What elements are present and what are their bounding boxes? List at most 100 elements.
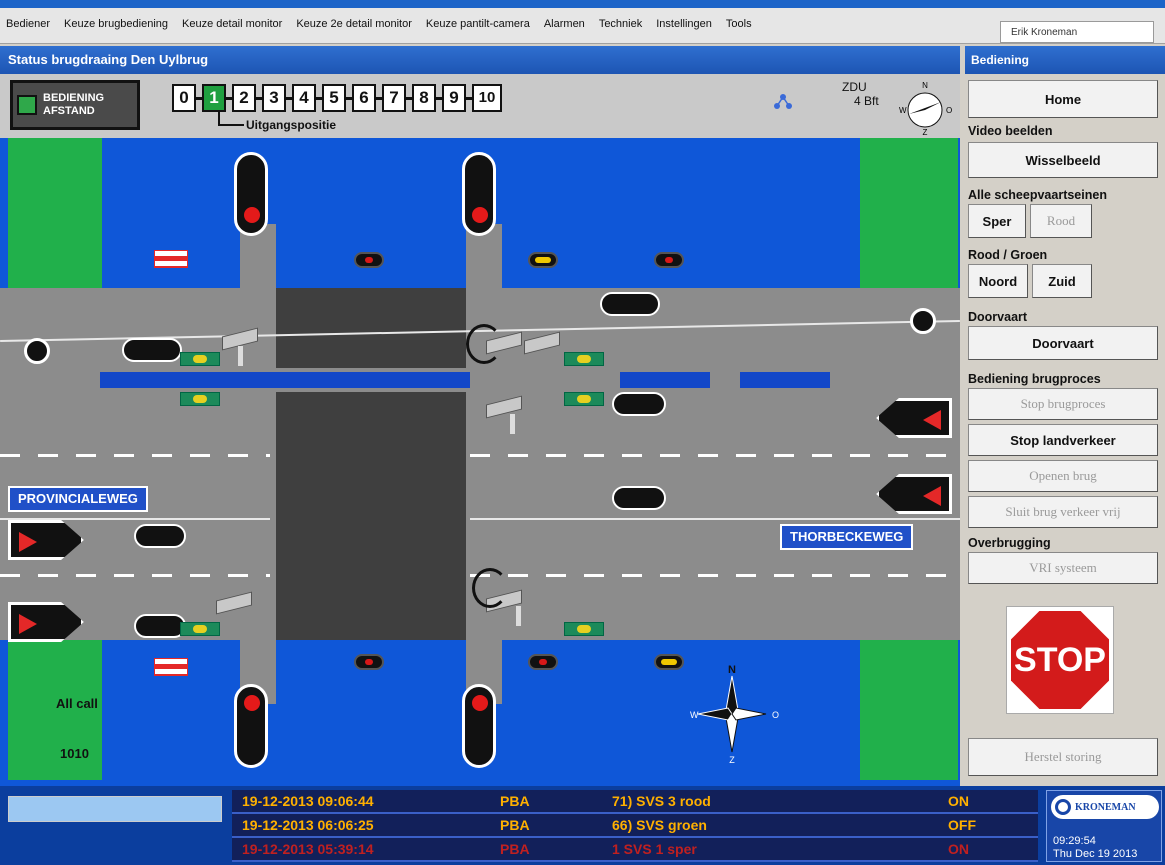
open-bridge-button[interactable]: Openen brug xyxy=(968,460,1158,492)
alarm-list: 19-12-2013 09:06:44 PBA 71) SVS 3 rood O… xyxy=(232,790,1038,862)
noord-button[interactable]: Noord xyxy=(968,264,1028,298)
menu-keuze-pantilt-camera[interactable]: Keuze pantilt-camera xyxy=(426,18,530,30)
alarm-source: PBA xyxy=(500,841,530,857)
ship-signal-se[interactable] xyxy=(462,684,496,768)
alarm-input[interactable] xyxy=(8,796,222,822)
mode-led xyxy=(17,95,37,115)
window-top-strip xyxy=(0,0,1165,8)
ship-signal-ne[interactable] xyxy=(462,152,496,236)
alarm-state: ON xyxy=(948,793,969,809)
barrier-boom-right-2[interactable] xyxy=(612,392,666,416)
menu-keuze-detail-monitor[interactable]: Keuze detail monitor xyxy=(182,18,282,30)
canal-signal-1 xyxy=(354,252,384,268)
kroneman-logo: KRONEMAN xyxy=(1051,795,1159,819)
doorvaart-section-label: Doorvaart xyxy=(968,310,1028,324)
sper-button[interactable]: Sper xyxy=(968,204,1026,238)
road-label-right: THORBECKEWEG xyxy=(780,524,914,550)
stop-bridge-process-button[interactable]: Stop brugproces xyxy=(968,388,1158,420)
alarm-bar: 19-12-2013 09:06:44 PBA 71) SVS 3 rood O… xyxy=(0,786,1165,865)
alarm-date: 19-12-2013 06:06:25 xyxy=(242,817,374,833)
zuid-button[interactable]: Zuid xyxy=(1032,264,1092,298)
alarm-state: OFF xyxy=(948,817,976,833)
menu-bar: Bediener Keuze brugbediening Keuze detai… xyxy=(0,8,1165,44)
barrier-end-right xyxy=(910,308,936,334)
step-0: 0 xyxy=(172,84,196,112)
alarm-row[interactable]: 19-12-2013 06:06:25 PBA 66) SVS groen OF… xyxy=(232,814,1038,838)
mode-indicator: BEDIENING AFSTAND xyxy=(10,80,140,130)
wind-label: ZDU xyxy=(842,80,867,94)
ship-signal-sw[interactable] xyxy=(234,684,268,768)
ship-signal-nw[interactable] xyxy=(234,152,268,236)
bridge-process-section-label: Bediening brugproces xyxy=(968,372,1101,386)
stop-land-traffic-button[interactable]: Stop landverkeer xyxy=(968,424,1158,456)
video-section-label: Video beelden xyxy=(968,124,1053,138)
step-6: 6 xyxy=(352,84,376,112)
detector-icon xyxy=(564,352,604,366)
camera-post xyxy=(238,346,243,366)
rood-button[interactable]: Rood xyxy=(1030,204,1092,238)
alarm-row[interactable]: 19-12-2013 09:06:44 PBA 71) SVS 3 rood O… xyxy=(232,790,1038,814)
menu-tools[interactable]: Tools xyxy=(726,18,752,30)
detector-icon xyxy=(180,622,220,636)
panel-title: Bediening xyxy=(965,46,1165,74)
lane-divider-2b xyxy=(470,574,960,577)
svg-text:N: N xyxy=(922,81,928,90)
pier-left xyxy=(240,224,276,704)
grass-top-right xyxy=(860,138,958,288)
step-1: 1 xyxy=(202,84,226,112)
bridge-scene: BEDIENING AFSTAND 0 1 2 3 4 5 6 7 8 9 10… xyxy=(0,74,960,786)
canal-signal-3 xyxy=(654,252,684,268)
detector-icon xyxy=(564,392,604,406)
bridge-deck-lower xyxy=(276,392,466,640)
menu-techniek[interactable]: Techniek xyxy=(599,18,642,30)
alarm-message: 66) SVS groen xyxy=(612,817,707,833)
wind-compass-icon: N Z W O xyxy=(899,81,952,136)
mode-line1: BEDIENING xyxy=(43,92,105,104)
close-bridge-button[interactable]: Sluit brug verkeer vrij xyxy=(968,496,1158,528)
vri-system-button[interactable]: VRI systeem xyxy=(968,552,1158,584)
canal-signal-2 xyxy=(528,252,558,268)
north-compass-icon: N Z W O xyxy=(690,664,779,764)
barrier-boom-right-1[interactable] xyxy=(600,292,660,316)
bridge-deck-upper xyxy=(276,288,466,368)
alarm-row[interactable]: 19-12-2013 05:39:14 PBA 1 SVS 1 sper ON xyxy=(232,838,1038,862)
svg-text:W: W xyxy=(690,710,699,720)
svg-text:O: O xyxy=(946,106,952,115)
water-gap-mid xyxy=(620,372,710,388)
alarm-message: 1 SVS 1 sper xyxy=(612,841,697,857)
wind-value: 4 Bft xyxy=(854,94,879,108)
reset-fault-button[interactable]: Herstel storing xyxy=(968,738,1158,776)
barrier-boom-left-3[interactable] xyxy=(134,614,186,638)
clock-time: 09:29:54 xyxy=(1053,835,1096,847)
brand-clock-box: KRONEMAN 09:29:54 Thu Dec 19 2013 xyxy=(1046,790,1162,862)
barrier-boom-left[interactable] xyxy=(122,338,182,362)
step-9: 9 xyxy=(442,84,466,112)
alarm-source: PBA xyxy=(500,793,530,809)
menu-alarmen[interactable]: Alarmen xyxy=(544,18,585,30)
step-7: 7 xyxy=(382,84,406,112)
step-caption: Uitgangspositie xyxy=(246,118,337,132)
barrier-boom-right-3[interactable] xyxy=(612,486,666,510)
step-4: 4 xyxy=(292,84,316,112)
lane-center-a xyxy=(0,518,270,520)
detector-icon xyxy=(564,622,604,636)
stop-sign-icon: STOP xyxy=(1011,611,1109,709)
wisselbeeld-button[interactable]: Wisselbeeld xyxy=(968,142,1158,178)
home-button[interactable]: Home xyxy=(968,80,1158,118)
menu-keuze-brugbediening[interactable]: Keuze brugbediening xyxy=(64,18,168,30)
page-title: Status brugdraaing Den Uylbrug xyxy=(0,46,960,74)
menu-instellingen[interactable]: Instellingen xyxy=(656,18,712,30)
menu-keuze-2e-detail-monitor[interactable]: Keuze 2e detail monitor xyxy=(296,18,412,30)
logo-circle-icon xyxy=(1055,799,1071,815)
emergency-stop-button[interactable]: STOP xyxy=(1006,606,1114,714)
water-gap-left xyxy=(100,372,470,388)
user-field[interactable]: Erik Kroneman xyxy=(1000,21,1154,43)
barrier-boom-left-2[interactable] xyxy=(134,524,186,548)
menu-bediener[interactable]: Bediener xyxy=(6,18,50,30)
rotate-arrow-icon xyxy=(466,324,502,364)
svg-text:N: N xyxy=(728,664,736,676)
wind-readout: ZDU 4 Bft xyxy=(842,80,879,108)
clock-date: Thu Dec 19 2013 xyxy=(1053,848,1138,860)
step-10: 10 xyxy=(472,84,502,112)
doorvaart-button[interactable]: Doorvaart xyxy=(968,326,1158,360)
